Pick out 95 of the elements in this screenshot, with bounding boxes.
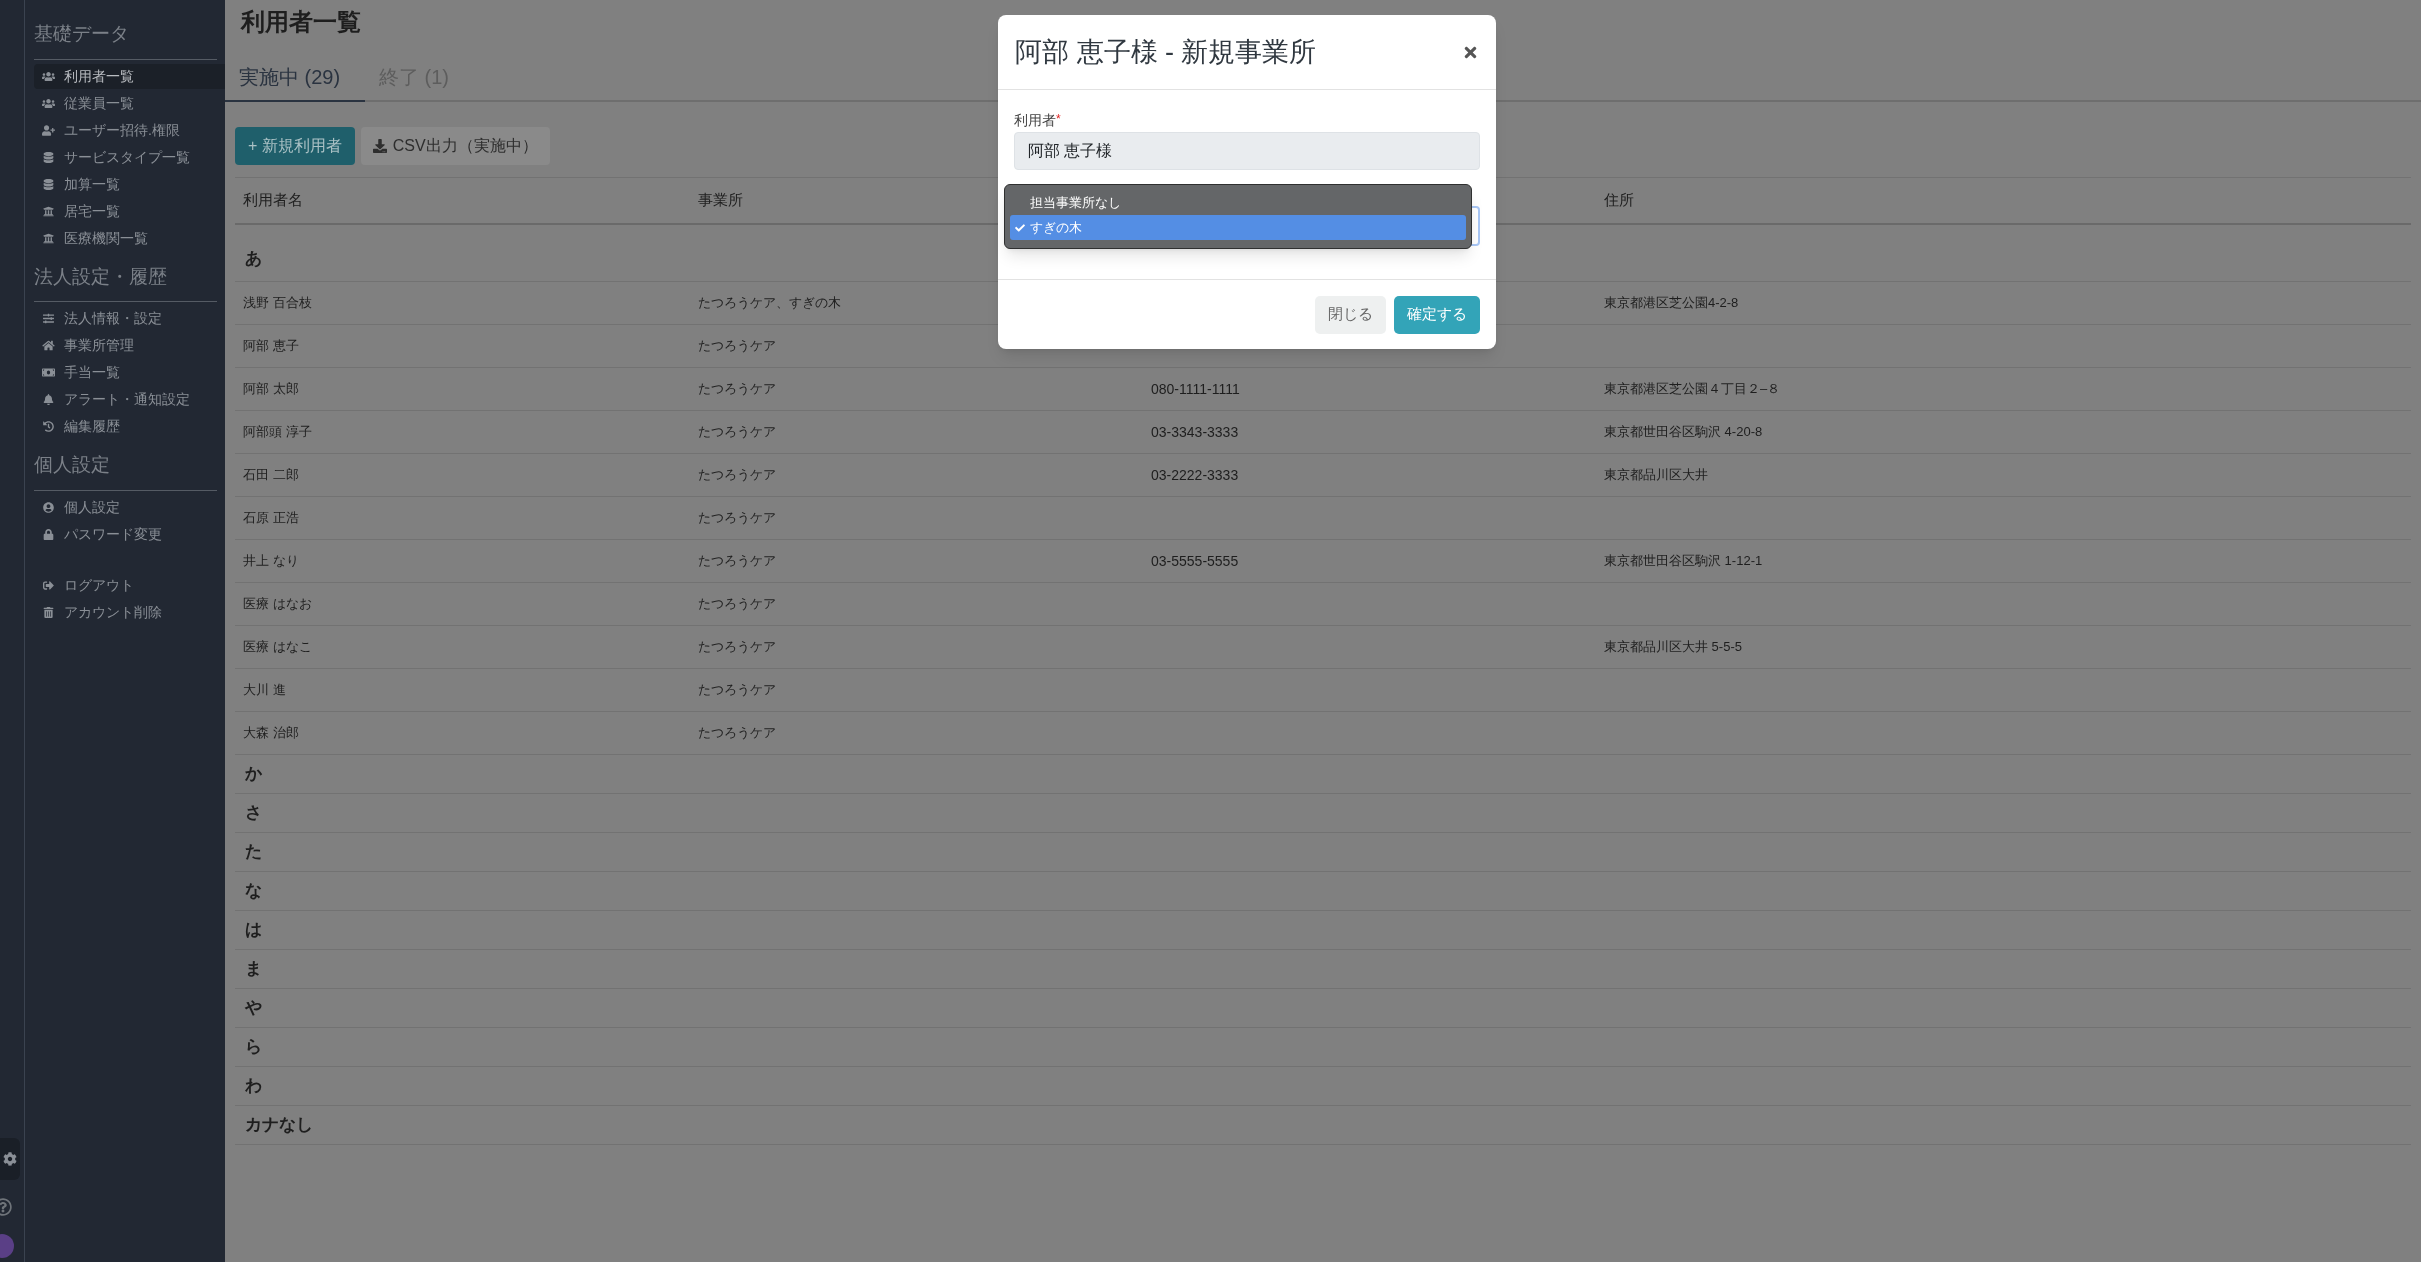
home-icon [42,340,55,351]
table-cell-text: たつろうケア [698,638,776,657]
sidebar-item[interactable]: 加算一覧 [34,171,225,197]
table-cell-text: 医療 はなこ [243,638,312,657]
new-user-button[interactable]: + 新規利用者 [235,127,355,165]
settings-icon[interactable] [0,1138,20,1180]
dialog-title: 阿部 恵子様 - 新規事業所 [1015,35,1317,69]
sidebar-item[interactable]: 医療機関一覧 [34,225,225,251]
sidebar-item[interactable]: アラート・通知設定 [34,387,225,412]
table-cell-text: 03-3343-3333 [1151,422,1239,442]
sidebar-heading: 個人設定 [34,451,217,491]
column-header: 事業所 [698,190,743,211]
table-cell-text: たつろうケア [698,595,776,614]
user-plus-icon [42,124,55,136]
sliders-icon [42,313,55,324]
kana-group-heading: や [245,997,262,1020]
sidebar-item[interactable]: 個人設定 [34,494,225,520]
table-cell-text: 石原 正浩 [243,509,299,528]
kana-group-heading: あ [245,248,262,271]
check-icon [1015,222,1025,233]
banknote-icon [42,367,55,378]
kana-group-heading: さ [245,802,262,825]
table-cell-text: 井上 なり [243,552,299,571]
table-cell-text: 医療 はなお [243,595,312,614]
sidebar-item[interactable]: アカウント削除 [34,599,225,625]
sidebar-item[interactable]: サービスタイプ一覧 [34,144,225,170]
trash-icon [42,606,55,618]
sidebar-item[interactable]: 従業員一覧 [34,90,225,116]
close-button[interactable]: 閉じる [1315,295,1386,334]
sidebar-item[interactable]: 居宅一覧 [34,198,225,224]
csv-export-button[interactable]: CSV出力（実施中） [360,127,550,165]
table-cell-text: 大森 治郎 [243,724,299,743]
logout-icon [42,579,55,591]
table-cell-text: 03-2222-3333 [1151,465,1239,485]
table-cell-text: 阿部 太郎 [243,380,299,399]
table-cell-text: たつろうケア、すぎの木 [698,294,841,313]
table-cell-text: 石田 二郎 [243,466,299,485]
user-field: 阿部 恵子様 [1014,132,1480,170]
table-cell-text: 東京都品川区大井 5-5-5 [1604,638,1742,657]
table-cell-text: 東京都港区芝公園４丁目２–８ [1604,380,1781,399]
bell-icon [42,394,55,405]
table-cell-text: たつろうケア [698,423,776,442]
field-label: 利用者 [1014,111,1056,130]
table-cell-text: たつろうケア [698,509,776,528]
table-cell-text: 大川 進 [243,681,286,700]
table-cell-text: 東京都品川区大井 [1604,466,1708,485]
users-icon [42,97,55,109]
sidebar-item[interactable]: 編集履歴 [34,414,225,439]
table-cell-text: たつろうケア [698,552,776,571]
tab[interactable]: 実施中 (29) [225,52,365,102]
kana-group-heading: な [245,880,262,903]
kana-group-heading: ら [245,1036,262,1059]
sidebar-item[interactable]: パスワード変更 [34,521,225,547]
confirm-button[interactable]: 確定する [1394,295,1480,334]
sidebar-heading: 基礎データ [34,20,217,60]
sidebar-item[interactable]: 事業所管理 [34,333,225,358]
kana-group-heading: か [245,763,262,786]
dropdown-option[interactable]: 担当事業所なし [1010,190,1466,215]
users-icon [42,70,55,82]
table-cell-text: たつろうケア [698,380,776,399]
table-cell-text: 阿部頭 淳子 [243,423,312,442]
table-cell-text: 080-1111-1111 [1151,379,1240,399]
dropdown-option[interactable]: すぎの木 [1010,215,1466,240]
page-title: 利用者一覧 [241,7,361,37]
sidebar-item[interactable]: 法人情報・設定 [34,306,225,331]
kana-group-heading: た [245,841,262,864]
lock-icon [42,528,55,540]
table-cell-text: たつろうケア [698,681,776,700]
kana-group-heading: カナなし [245,1114,313,1137]
building-icon [42,232,55,244]
table-cell-text: たつろうケア [698,466,776,485]
sidebar-heading: 法人設定・履歴 [34,262,217,302]
database-icon [42,151,55,163]
table-cell-text: たつろうケア [698,724,776,743]
column-header: 利用者名 [243,190,303,211]
table-cell-text: 東京都世田谷区駒沢 4-20-8 [1604,423,1763,442]
column-header: 住所 [1604,190,1634,211]
kana-group-heading: わ [245,1075,262,1098]
database-icon [42,178,55,190]
sidebar-item[interactable]: ログアウト [34,572,225,598]
building-icon [42,205,55,217]
table-cell-text: 東京都港区芝公園4-2-8 [1604,294,1739,313]
kana-group-heading: ま [245,958,262,981]
sidebar-item[interactable]: 利用者一覧 [34,63,225,89]
sidebar-item[interactable]: 手当一覧 [34,360,225,385]
required-mark: * [1056,111,1061,126]
table-cell-text: 浅野 百合枝 [243,294,312,313]
history-icon [42,421,55,432]
sidebar-item[interactable]: ユーザー招待.権限 [34,117,225,143]
table-cell-text: 東京都世田谷区駒沢 1-12-1 [1604,552,1763,571]
kana-group-heading: は [245,919,262,942]
table-cell-text: たつろうケア [698,337,776,356]
table-cell-text: 03-5555-5555 [1151,551,1239,571]
table-cell-text: 阿部 恵子 [243,337,299,356]
download-icon [372,139,387,153]
